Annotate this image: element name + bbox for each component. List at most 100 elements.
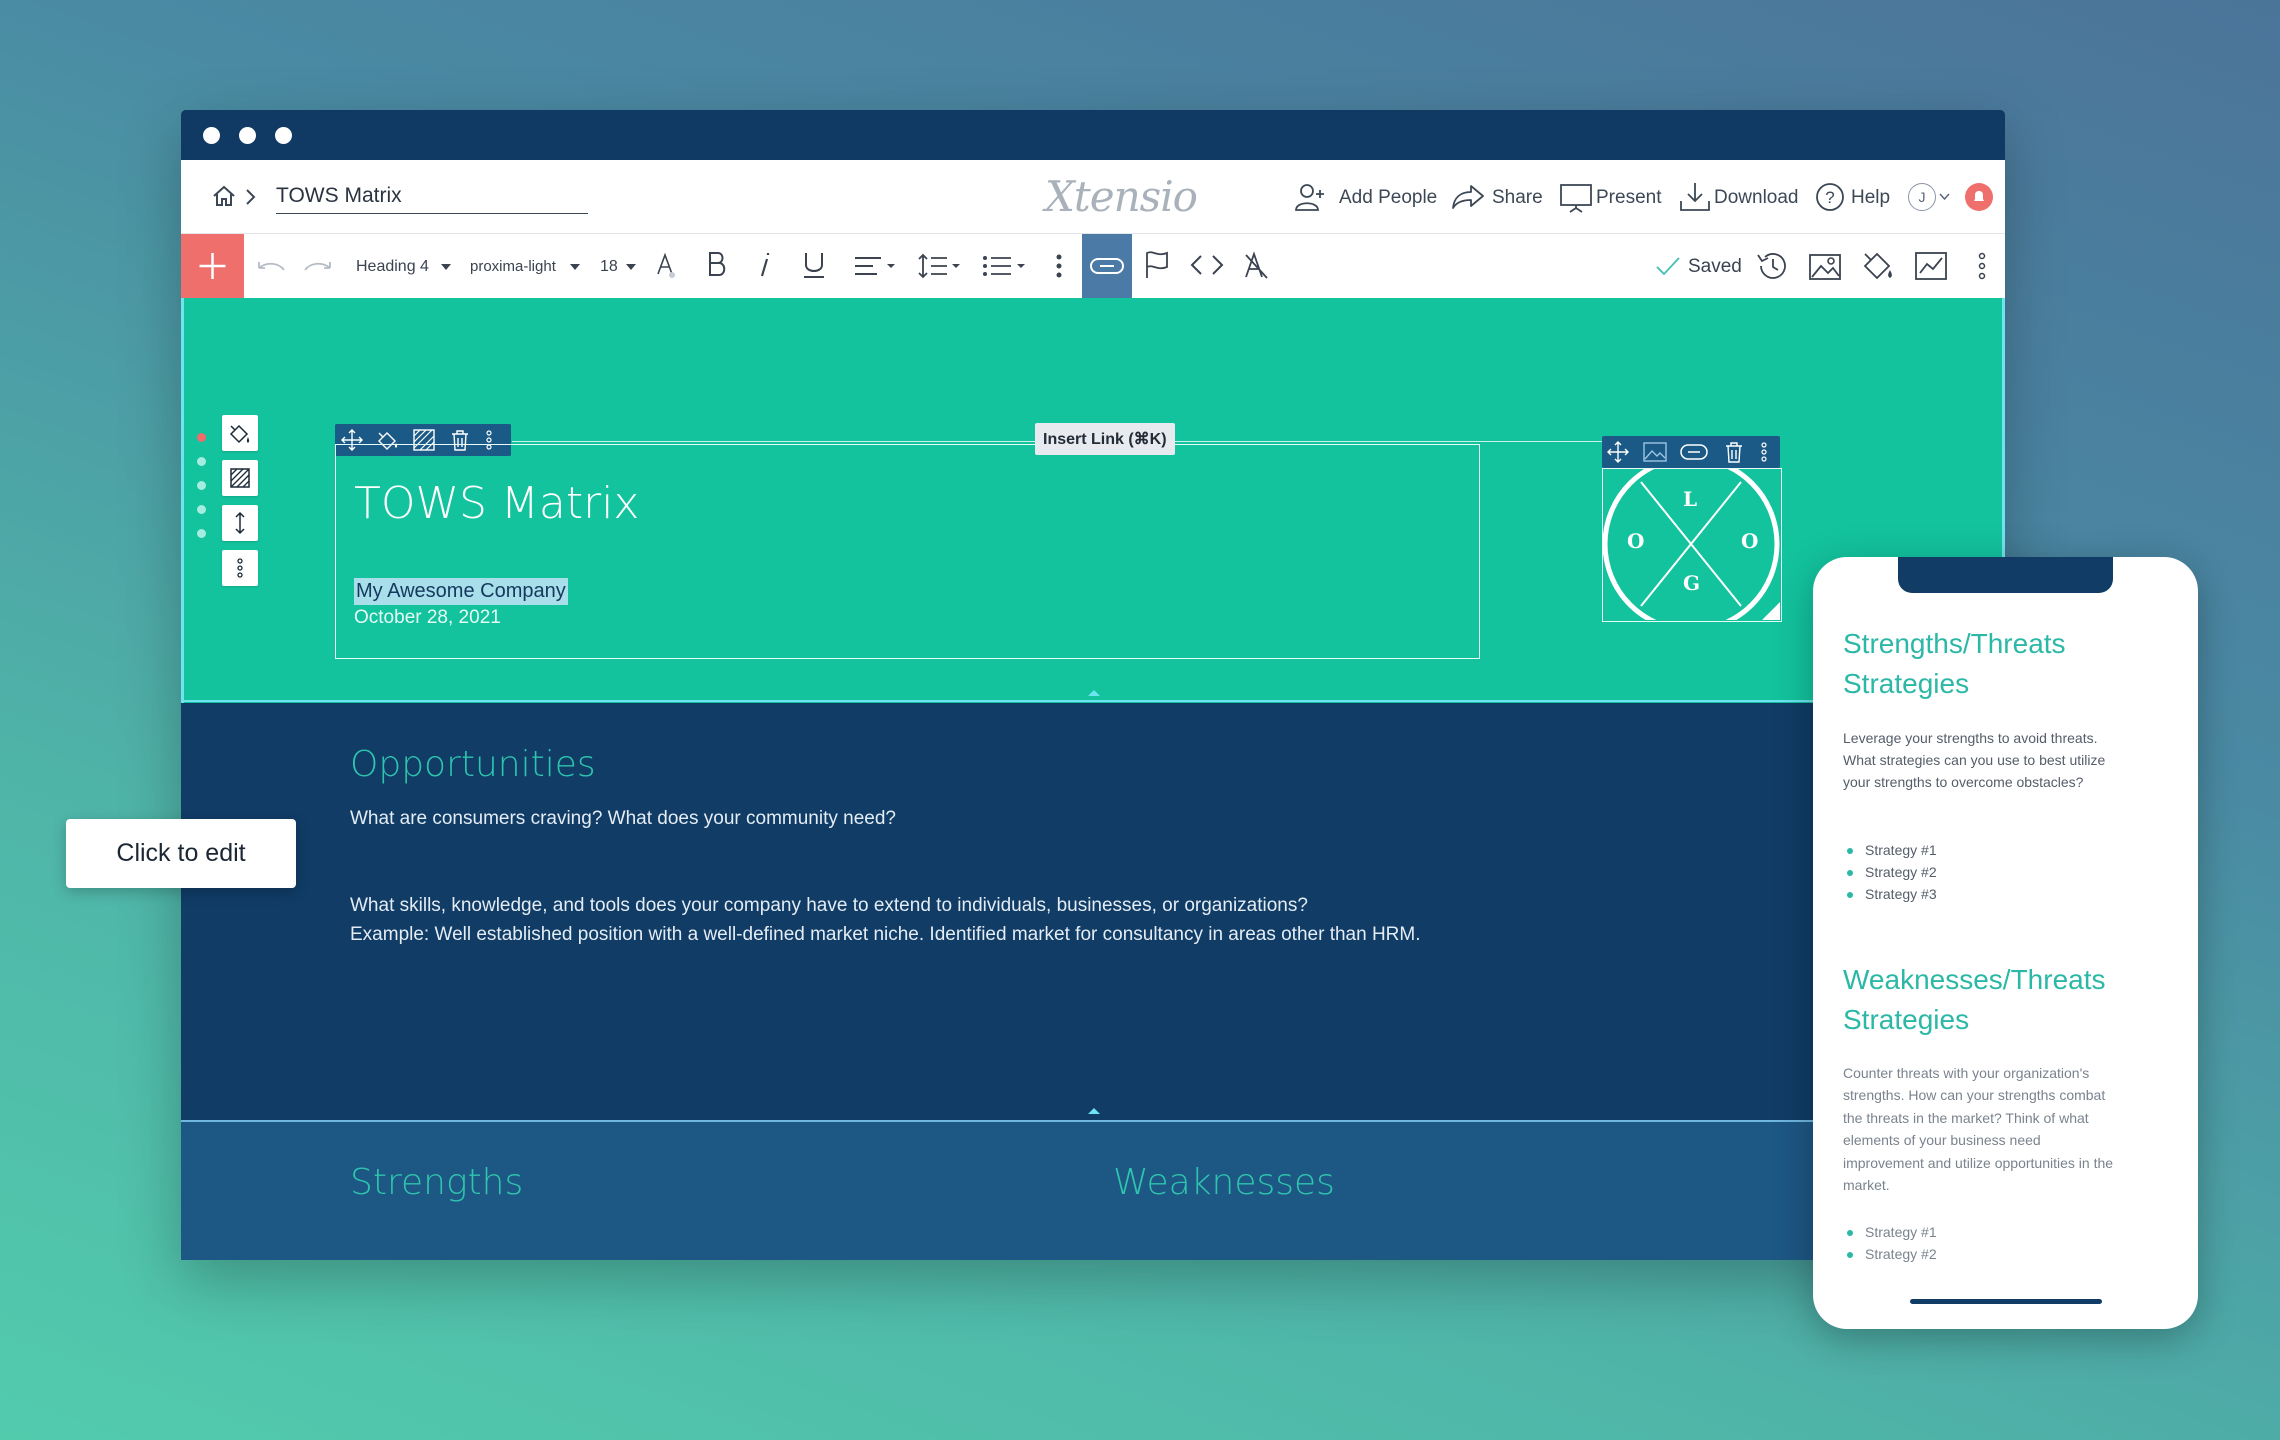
redo-icon[interactable] <box>301 256 335 276</box>
font-size-select[interactable]: 18 <box>600 258 618 276</box>
home-icon[interactable] <box>211 184 237 208</box>
undo-icon[interactable] <box>254 256 288 276</box>
move-icon[interactable] <box>1607 441 1629 463</box>
chevron-down-icon[interactable] <box>570 264 580 270</box>
chevron-down-icon[interactable] <box>1939 193 1950 201</box>
section-more-button[interactable] <box>222 550 258 586</box>
trash-icon[interactable] <box>1724 441 1744 463</box>
mobile-heading: Strategies <box>1843 1004 1970 1035</box>
company-name[interactable]: My Awesome Company <box>354 578 568 605</box>
share-icon[interactable] <box>1451 184 1485 210</box>
logo-image-block[interactable]: L O O G <box>1602 455 1782 633</box>
mobile-preview: Strengths/Threats Strategies Leverage yo… <box>1813 557 2198 1329</box>
section-dot[interactable] <box>197 529 206 538</box>
click-to-edit-callout: Click to edit <box>66 819 296 888</box>
help-button[interactable]: Help <box>1851 187 1890 209</box>
weaknesses-heading[interactable]: Weaknesses <box>1113 1162 1335 1203</box>
phone-notch <box>1898 557 2113 593</box>
logo-letter: O <box>1741 529 1759 553</box>
help-icon[interactable]: ? <box>1815 182 1845 212</box>
italic-icon[interactable] <box>754 250 774 280</box>
mobile-body-line: the threats in the market? Think of what <box>1843 1110 2089 1126</box>
download-icon[interactable] <box>1678 181 1712 213</box>
underline-icon[interactable] <box>800 250 828 280</box>
opportunities-section[interactable]: Opportunities What are consumers craving… <box>181 704 2005 1122</box>
background-image-icon[interactable] <box>1808 250 1842 282</box>
saved-status: Saved <box>1688 256 1742 277</box>
mobile-list-item: Strategy #1 <box>1847 842 1937 858</box>
link-icon[interactable] <box>1680 442 1708 462</box>
section-resize-button[interactable] <box>222 505 258 541</box>
opportunities-heading[interactable]: Opportunities <box>350 744 596 785</box>
chart-icon[interactable] <box>1914 250 1948 282</box>
header-section[interactable]: TOWS Matrix My Awesome Company October 2… <box>181 298 2005 703</box>
mobile-list-item: Strategy #1 <box>1847 1224 1937 1240</box>
more-options-icon[interactable] <box>1978 252 1986 280</box>
block-style-select[interactable]: Heading 4 <box>356 258 429 276</box>
window-dot[interactable] <box>275 127 292 144</box>
more-options-icon[interactable] <box>1760 441 1768 463</box>
mobile-heading: Weaknesses/Threats <box>1843 964 2106 995</box>
brand-logo: Xtensio <box>1045 172 1198 221</box>
add-people-button[interactable]: Add People <box>1339 187 1437 209</box>
section-color-button[interactable] <box>222 415 258 451</box>
opportunities-question[interactable]: What are consumers craving? What does yo… <box>350 808 896 830</box>
mobile-list-item: Strategy #2 <box>1847 1246 1937 1262</box>
code-icon[interactable] <box>1190 252 1224 278</box>
chevron-down-icon[interactable] <box>626 264 636 270</box>
history-icon[interactable] <box>1755 250 1789 282</box>
opportunities-body-line[interactable]: What skills, knowledge, and tools does y… <box>350 895 1308 917</box>
mobile-heading: Strategies <box>1843 668 1970 699</box>
mobile-body-line: What strategies can you use to best util… <box>1843 752 2106 768</box>
strengths-weaknesses-section[interactable]: Strengths Weaknesses <box>181 1122 2005 1260</box>
section-dot-active[interactable] <box>197 433 206 442</box>
clear-formatting-icon[interactable] <box>1242 250 1270 280</box>
section-pattern-button[interactable] <box>222 460 258 496</box>
svg-text:?: ? <box>1825 188 1834 207</box>
add-block-button[interactable] <box>181 234 244 298</box>
mobile-list-item: Strategy #3 <box>1847 886 1937 902</box>
list-icon[interactable] <box>981 252 1027 280</box>
window-dot[interactable] <box>203 127 220 144</box>
section-dot[interactable] <box>197 481 206 490</box>
breadcrumb-chevron-icon <box>244 188 256 206</box>
strengths-heading[interactable]: Strengths <box>350 1162 523 1203</box>
title-underline <box>276 213 588 214</box>
mobile-body-line: strengths. How can your strengths combat <box>1843 1087 2106 1103</box>
mobile-body-line: your strengths to overcome obstacles? <box>1843 774 2084 790</box>
more-options-icon[interactable] <box>1055 252 1063 280</box>
opportunities-body-line[interactable]: Example: Well established position with … <box>350 924 1421 946</box>
page-title[interactable]: TOWS Matrix <box>354 478 639 529</box>
download-button[interactable]: Download <box>1714 187 1799 209</box>
font-family-select[interactable]: proxima-light <box>470 258 556 275</box>
insert-link-tooltip: Insert Link (⌘K) <box>1035 423 1175 455</box>
mobile-list-item: Strategy #2 <box>1847 864 1937 880</box>
section-dot[interactable] <box>197 457 206 466</box>
chevron-down-icon[interactable] <box>441 264 451 270</box>
line-height-icon[interactable] <box>917 252 961 280</box>
check-icon <box>1655 256 1681 276</box>
present-button[interactable]: Present <box>1596 187 1661 209</box>
mobile-body-line: improvement and utilize opportunities in… <box>1843 1155 2114 1171</box>
add-people-icon[interactable] <box>1294 182 1328 212</box>
logo-letter: O <box>1627 529 1645 553</box>
window-dot[interactable] <box>239 127 256 144</box>
align-left-icon[interactable] <box>853 254 895 278</box>
paint-bucket-icon[interactable] <box>1861 250 1895 282</box>
title-text-block[interactable] <box>335 444 1480 659</box>
section-dot[interactable] <box>197 505 206 514</box>
mobile-body-line: market. <box>1843 1177 1890 1193</box>
insert-link-button[interactable] <box>1082 234 1132 298</box>
bold-icon[interactable] <box>705 250 729 280</box>
share-button[interactable]: Share <box>1492 187 1543 209</box>
document-title-input[interactable]: TOWS Matrix <box>276 184 402 208</box>
image-icon[interactable] <box>1643 441 1667 463</box>
document-date[interactable]: October 28, 2021 <box>354 607 501 629</box>
flag-icon[interactable] <box>1143 250 1171 280</box>
present-icon[interactable] <box>1559 182 1593 214</box>
formatting-toolbar: Heading 4 proxima-light 18 Saved <box>181 234 2005 299</box>
text-color-icon[interactable] <box>655 252 677 280</box>
notifications-bell-icon[interactable] <box>1965 183 1993 211</box>
phone-home-indicator <box>1910 1299 2102 1304</box>
user-avatar[interactable]: J <box>1908 183 1936 211</box>
